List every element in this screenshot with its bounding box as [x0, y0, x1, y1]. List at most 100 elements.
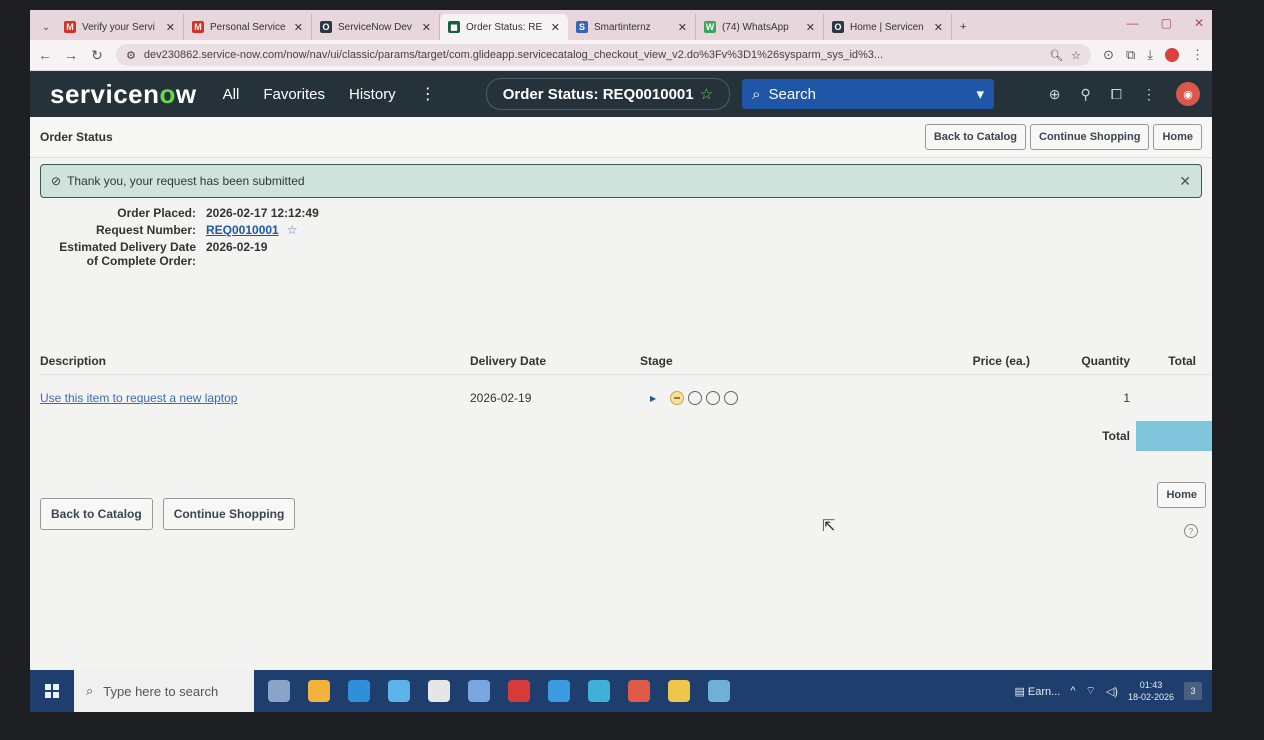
order-items-table: Description Delivery Date Stage Price (e… [40, 348, 1212, 451]
wifi-icon[interactable]: ⌔ [1085, 684, 1095, 698]
nav-more-icon[interactable]: ⋮ [420, 84, 436, 104]
user-avatar[interactable]: ◉ [1176, 82, 1200, 106]
stage-future-icon [688, 391, 703, 405]
nav-history[interactable]: History [349, 86, 396, 103]
browser-tab[interactable]: W (74) WhatsApp ✕ [696, 14, 824, 40]
servicenow-header: servicenow All Favorites History ⋮ Order… [30, 71, 1212, 117]
chat-icon[interactable]: ⚲ [1081, 86, 1091, 103]
servicenow-logo[interactable]: servicenow [50, 79, 197, 110]
item-description-link[interactable]: Use this item to request a new laptop [40, 391, 237, 405]
nav-favorites[interactable]: Favorites [263, 86, 325, 103]
screen: ⌄ M Verify your Servi ✕ M Personal Service ✕ O… [30, 10, 1212, 712]
taskbar-app-icon[interactable] [628, 680, 650, 702]
close-alert-icon[interactable]: ✕ [1179, 173, 1191, 190]
pinned-document[interactable]: ▤ Earn... [1014, 685, 1060, 698]
header-more-icon[interactable]: ⋮ [1142, 86, 1156, 103]
minimize-icon[interactable]: — [1127, 16, 1139, 30]
tray-chevron-icon[interactable]: ^ [1070, 685, 1075, 697]
back-arrow-icon[interactable]: ← [38, 47, 52, 63]
extension-icon[interactable]: ⊙ [1103, 47, 1114, 63]
close-tab-icon[interactable]: ✕ [934, 21, 943, 34]
continue-shopping-bottom-button[interactable]: Continue Shopping [162, 498, 296, 530]
taskbar-app-icon[interactable] [668, 680, 690, 702]
browser-tab[interactable]: S Smartinternz ✕ [568, 14, 696, 40]
favorite-star-icon[interactable]: ☆ [700, 85, 713, 103]
forward-arrow-icon[interactable]: → [64, 47, 78, 63]
browser-tab[interactable]: O ServiceNow Dev ✕ [312, 14, 440, 40]
reload-icon[interactable]: ↻ [90, 47, 104, 64]
back-to-catalog-button[interactable]: Back to Catalog [924, 124, 1026, 150]
col-quantity: Quantity [1081, 354, 1130, 368]
order-placed-label: Order Placed: [117, 206, 196, 220]
header-actions: ⊕ ⚲ ⧠ ⋮ ◉ [1049, 82, 1200, 106]
check-circle-icon: ⊘ [51, 174, 62, 188]
servicenow-icon: O [320, 21, 332, 33]
url-field[interactable]: ⚙ dev230862.service-now.com/now/nav/ui/c… [116, 44, 1092, 66]
taskbar-app-icon[interactable] [388, 680, 410, 702]
item-delivery-date: 2026-02-19 [470, 391, 532, 405]
maximize-icon[interactable]: ▢ [1161, 16, 1172, 30]
taskbar-app-icon[interactable] [508, 680, 530, 702]
order-placed-value: 2026-02-17 12:12:49 [206, 206, 319, 220]
help-icon[interactable]: ? [1184, 524, 1198, 538]
taskbar-app-icon[interactable] [708, 680, 730, 702]
close-tab-icon[interactable]: ✕ [551, 21, 560, 34]
site-info-icon[interactable]: ⚙ [126, 49, 136, 62]
taskbar-app-icon[interactable] [428, 680, 450, 702]
total-value-box [1136, 421, 1212, 451]
profile-icon[interactable] [1165, 48, 1179, 62]
notifications-icon[interactable]: ⧠ [1111, 86, 1122, 103]
col-total: Total [1168, 354, 1196, 368]
close-tab-icon[interactable]: ✕ [166, 21, 175, 34]
total-label: Total [1102, 429, 1130, 443]
taskbar-app-icon[interactable] [548, 680, 570, 702]
tab-title: ServiceNow Dev [338, 21, 412, 33]
zoom-icon[interactable]: 🔍︎ [1049, 49, 1063, 62]
close-tab-icon[interactable]: ✕ [422, 21, 431, 34]
expand-stage-icon[interactable]: ▶ [650, 394, 656, 403]
browser-tab[interactable]: ◼ Order Status: RE ✕ [440, 14, 568, 40]
item-quantity: 1 [1123, 391, 1130, 405]
search-icon: ⌕ [752, 85, 761, 103]
stage-future-icon [706, 391, 721, 405]
global-search[interactable]: ⌕ Search ▾ [742, 79, 995, 109]
browser-tab[interactable]: M Personal Service ✕ [184, 14, 312, 40]
browser-tab[interactable]: O Home | Servicen ✕ [824, 14, 952, 40]
taskbar-search[interactable]: ⌕ Type here to search [74, 670, 254, 712]
request-favorite-icon[interactable]: ☆ [287, 223, 298, 237]
browser-menu-icon[interactable]: ⋮ [1191, 47, 1204, 63]
close-tab-icon[interactable]: ✕ [806, 21, 815, 34]
servicenow-icon: ◼ [448, 21, 460, 33]
puzzle-icon[interactable]: ⧉ [1126, 47, 1135, 63]
home-bottom-button[interactable]: Home [1157, 482, 1206, 508]
search-dropdown-icon[interactable]: ▾ [977, 85, 985, 103]
context-title-pill[interactable]: Order Status: REQ0010001 ☆ [485, 78, 731, 110]
tab-search-icon[interactable]: ⌄ [36, 14, 56, 40]
window-controls: — ▢ ✕ [1127, 16, 1204, 30]
close-window-icon[interactable]: ✕ [1194, 16, 1204, 30]
taskbar-app-icon[interactable] [268, 680, 290, 702]
taskbar-app-icon[interactable] [588, 680, 610, 702]
clock[interactable]: 01:43 18-02-2026 [1128, 679, 1174, 703]
search-icon: ⌕ [86, 683, 94, 698]
continue-shopping-button[interactable]: Continue Shopping [1030, 124, 1150, 150]
taskbar-app-icon[interactable] [348, 680, 370, 702]
close-tab-icon[interactable]: ✕ [678, 21, 687, 34]
download-icon[interactable]: ⤓ [1147, 47, 1153, 63]
start-button[interactable] [30, 670, 74, 712]
nav-all[interactable]: All [223, 86, 240, 103]
taskbar-app-icon[interactable] [308, 680, 330, 702]
taskbar-apps [268, 680, 730, 702]
volume-icon[interactable]: ◁) [1106, 685, 1118, 698]
request-number-link[interactable]: REQ0010001 [206, 223, 279, 237]
back-to-catalog-bottom-button[interactable]: Back to Catalog [40, 498, 153, 530]
globe-icon[interactable]: ⊕ [1049, 86, 1061, 103]
notification-center-icon[interactable]: 3 [1184, 682, 1202, 700]
home-button[interactable]: Home [1153, 124, 1202, 150]
bookmark-star-icon[interactable]: ☆ [1071, 49, 1081, 62]
new-tab-button[interactable]: + [952, 14, 982, 40]
servicenow-icon: O [832, 21, 844, 33]
taskbar-app-icon[interactable] [468, 680, 490, 702]
browser-tab[interactable]: M Verify your Servi ✕ [56, 14, 184, 40]
close-tab-icon[interactable]: ✕ [294, 21, 303, 34]
